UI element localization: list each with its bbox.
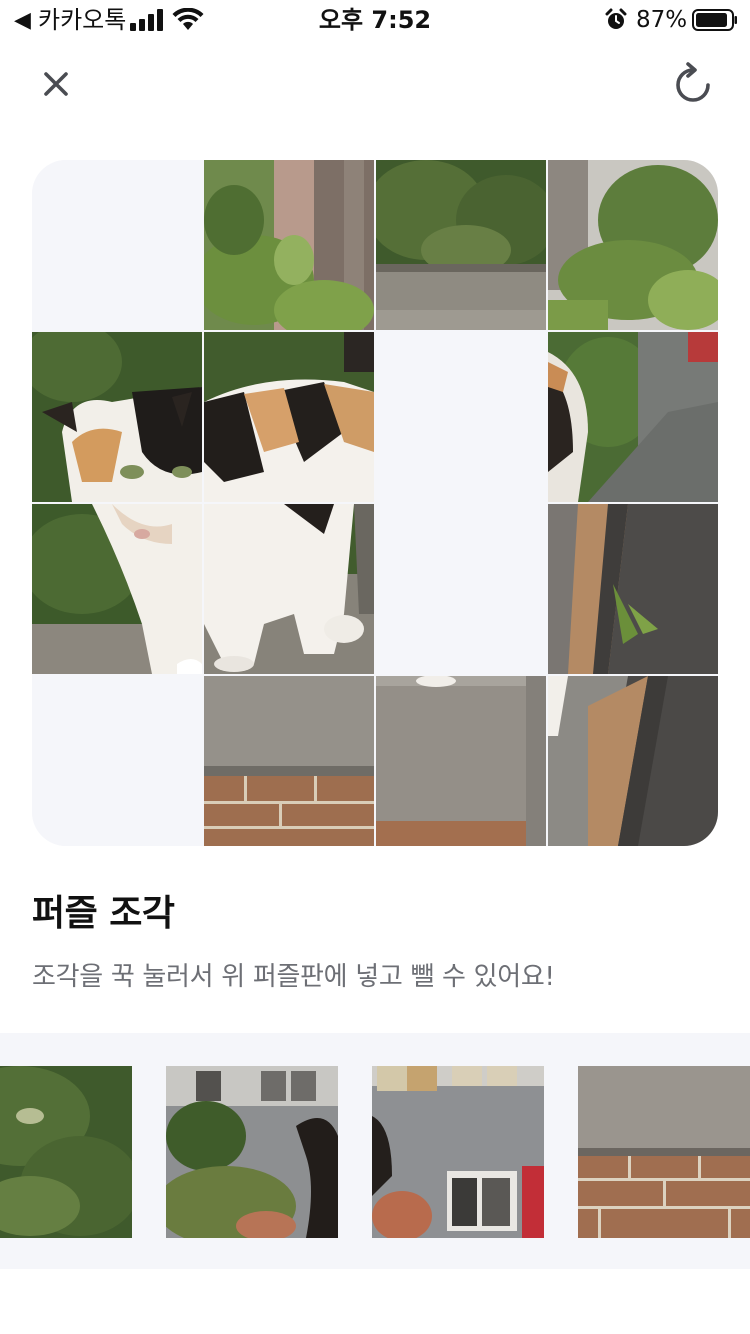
puzzle-piece[interactable] bbox=[204, 504, 374, 674]
puzzle-pieces-title: 퍼즐 조각 bbox=[32, 893, 175, 934]
alarm-icon bbox=[605, 8, 627, 29]
empty-slot[interactable] bbox=[32, 160, 202, 330]
puzzle-piece[interactable] bbox=[376, 676, 546, 846]
puzzle-piece[interactable] bbox=[32, 504, 202, 674]
tray-piece[interactable] bbox=[578, 1066, 750, 1238]
tray-piece[interactable] bbox=[372, 1066, 544, 1238]
puzzle-piece[interactable] bbox=[548, 504, 718, 674]
puzzle-piece[interactable] bbox=[376, 160, 546, 330]
close-icon[interactable] bbox=[34, 62, 78, 106]
puzzle-piece[interactable] bbox=[204, 676, 374, 846]
puzzle-piece[interactable] bbox=[548, 160, 718, 330]
puzzle-piece[interactable] bbox=[204, 332, 374, 502]
puzzle-piece[interactable] bbox=[32, 332, 202, 502]
empty-slot[interactable] bbox=[32, 676, 202, 846]
tray-piece[interactable] bbox=[166, 1066, 338, 1238]
puzzle-pieces-description: 조각을 꾹 눌러서 위 퍼즐판에 넣고 뺄 수 있어요! bbox=[32, 962, 555, 992]
empty-slot[interactable] bbox=[376, 332, 546, 502]
refresh-icon[interactable] bbox=[670, 62, 716, 108]
piece-tray[interactable] bbox=[0, 1033, 750, 1269]
puzzle-piece[interactable] bbox=[204, 160, 374, 330]
puzzle-piece[interactable] bbox=[548, 676, 718, 846]
puzzle-board[interactable] bbox=[32, 160, 718, 846]
battery-percent: 87% bbox=[636, 7, 688, 33]
empty-slot[interactable] bbox=[376, 504, 546, 674]
battery-icon bbox=[692, 9, 737, 31]
tray-piece[interactable] bbox=[0, 1066, 132, 1238]
status-bar: ◀ 카카오톡 오후 7:52 87% bbox=[0, 0, 750, 40]
puzzle-piece[interactable] bbox=[548, 332, 718, 502]
